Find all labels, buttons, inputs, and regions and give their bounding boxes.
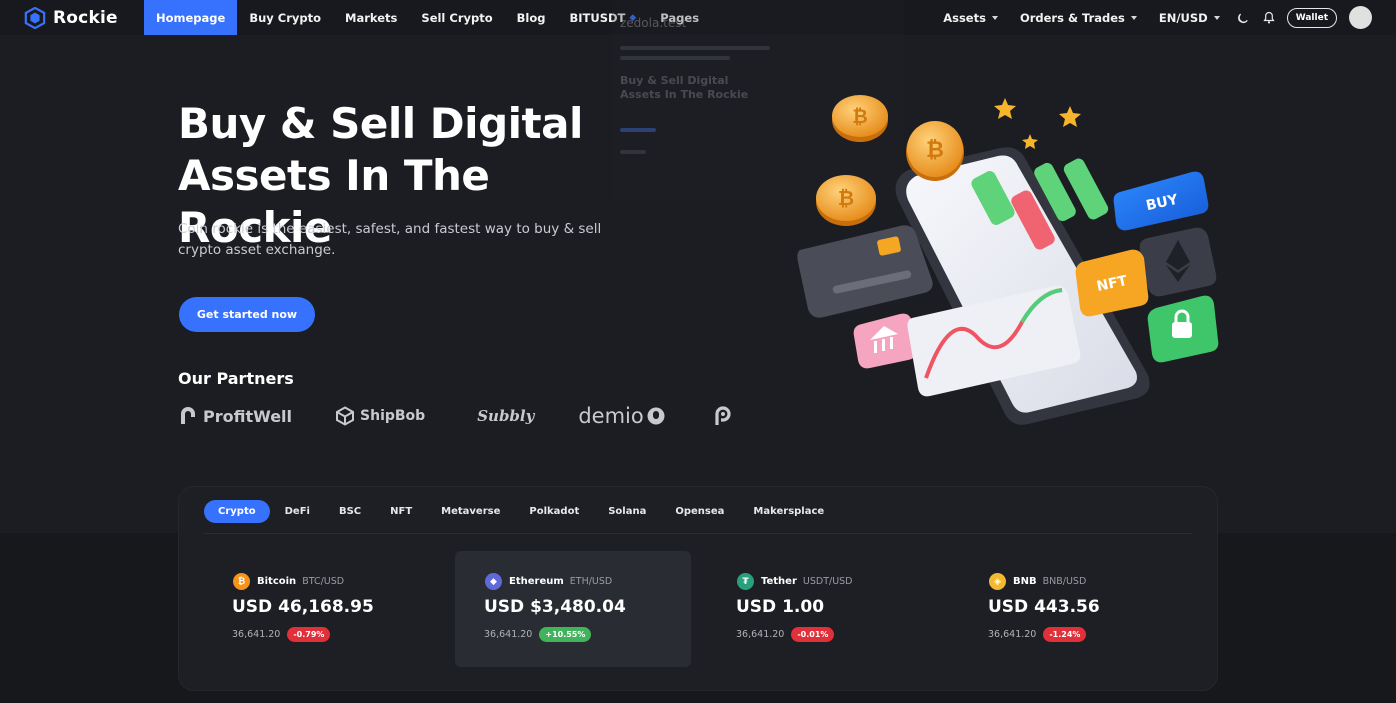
coin-pair: ETH/USD <box>569 576 613 587</box>
coin-volume: 36,641.20 <box>736 629 785 640</box>
partners-logos: ProfitWell ShipBob Subbly demio <box>178 402 736 430</box>
svg-text:₿: ₿ <box>852 106 867 128</box>
shipbob-logo-icon <box>336 406 355 426</box>
coin-pair: BTC/USD <box>302 576 345 587</box>
tab-solana[interactable]: Solana <box>594 500 660 523</box>
partner-demio: demio <box>578 404 670 428</box>
moon-icon[interactable] <box>1236 11 1250 25</box>
ethereum-icon: ◆ <box>485 573 502 590</box>
hero-illustration: ₿ ₿ ₿ BUY NFT <box>797 95 1219 425</box>
orders-trades-dropdown[interactable]: Orders & Trades <box>1020 11 1137 25</box>
brand-logo[interactable]: Rockie <box>24 6 144 29</box>
partners-title: Our Partners <box>178 369 294 388</box>
change-badge: +10.55% <box>539 627 592 642</box>
bitcoin-icon: ₿ <box>233 573 250 590</box>
tab-makersplace[interactable]: Makersplace <box>739 500 838 523</box>
partner-profitwell-label: ProfitWell <box>203 406 293 426</box>
p-logo-icon <box>715 406 731 425</box>
nav-homepage[interactable]: Homepage <box>144 0 238 35</box>
coin-price: USD 1.00 <box>736 597 825 617</box>
orders-trades-label: Orders & Trades <box>1019 10 1125 25</box>
partner-demio-label: demio <box>578 404 644 428</box>
coin-name: Bitcoin <box>257 576 297 587</box>
get-started-button[interactable]: Get started now <box>179 297 315 332</box>
tab-nft[interactable]: NFT <box>376 500 426 523</box>
avatar[interactable] <box>1349 6 1372 29</box>
hero-subtitle: Coin rockie is the easiest, safest, and … <box>178 221 602 258</box>
coin-name: Ethereum <box>509 576 564 587</box>
partner-shipbob-label: ShipBob <box>360 408 426 424</box>
chevron-down-icon <box>1213 15 1220 20</box>
bank-tile-illustration <box>853 313 917 369</box>
svg-text:₿: ₿ <box>838 186 854 210</box>
coin-pair: USDT/USD <box>802 576 853 587</box>
chevron-down-icon <box>991 15 998 20</box>
coin-pair: BNB/USD <box>1042 576 1087 587</box>
coin-card-ethereum[interactable]: ◆ Ethereum ETH/USD USD $3,480.04 36,641.… <box>455 551 691 667</box>
partner-profitwell: ProfitWell <box>178 406 292 426</box>
tab-defi[interactable]: DeFi <box>271 500 324 523</box>
demio-logo-icon <box>647 407 665 425</box>
coin-card-bitcoin[interactable]: ₿ Bitcoin BTC/USD USD 46,168.95 36,641.2… <box>203 551 439 667</box>
bell-icon[interactable] <box>1262 11 1276 25</box>
coin-volume: 36,641.20 <box>484 629 533 640</box>
overlay-bar <box>620 46 770 50</box>
nav-buy-crypto[interactable]: Buy Crypto <box>237 0 333 35</box>
coin-name: BNB <box>1013 576 1037 587</box>
credit-card-illustration <box>797 225 933 318</box>
coin-volume: 36,641.20 <box>988 629 1037 640</box>
tab-polkadot[interactable]: Polkadot <box>515 500 593 523</box>
locale-label: EN/USD <box>1158 10 1208 25</box>
locale-dropdown[interactable]: EN/USD <box>1159 11 1220 25</box>
partner-subbly: Subbly <box>477 407 534 425</box>
wallet-button[interactable]: Wallet <box>1286 7 1337 28</box>
change-badge: -0.79% <box>287 627 331 642</box>
nav-sell-crypto[interactable]: Sell Crypto <box>409 0 504 35</box>
nav-blog[interactable]: Blog <box>505 0 558 35</box>
chevron-down-icon <box>1130 15 1137 20</box>
brand-name: Rockie <box>53 7 118 28</box>
svg-text:₿: ₿ <box>926 138 944 163</box>
coin-price: USD 443.56 <box>988 597 1100 617</box>
coin-price: USD $3,480.04 <box>484 597 626 617</box>
partner-p-logo <box>715 406 736 426</box>
market-card: Crypto DeFi BSC NFT Metaverse Polkadot S… <box>178 486 1218 691</box>
nav-markets[interactable]: Markets <box>333 0 409 35</box>
change-badge: -1.24% <box>1043 627 1087 642</box>
profitwell-logo-icon <box>181 407 195 424</box>
change-badge: -0.01% <box>791 627 835 642</box>
ethereum-tile-illustration <box>1139 227 1217 297</box>
buy-badge-illustration: BUY <box>1113 171 1209 231</box>
tab-bsc[interactable]: BSC <box>325 500 375 523</box>
tether-icon: ₮ <box>737 573 754 590</box>
assets-dropdown[interactable]: Assets <box>943 11 998 25</box>
overlay-heading-line1: Buy & Sell Digital <box>620 74 729 87</box>
nft-tile-illustration: NFT <box>1075 249 1149 317</box>
assets-label: Assets <box>943 10 986 25</box>
hero-title-line1: Buy & Sell Digital <box>178 99 583 148</box>
tab-crypto[interactable]: Crypto <box>204 500 270 523</box>
tab-metaverse[interactable]: Metaverse <box>427 500 514 523</box>
overlay-bar <box>620 56 730 60</box>
tabs-divider <box>204 533 1192 534</box>
coin-card-bnb[interactable]: ◈ BNB BNB/USD USD 443.56 36,641.20 -1.24… <box>959 551 1195 667</box>
bnb-icon: ◈ <box>989 573 1006 590</box>
overlay-url: zedola.test <box>620 16 687 30</box>
market-tabs: Crypto DeFi BSC NFT Metaverse Polkadot S… <box>204 500 839 523</box>
lock-tile-illustration <box>1147 295 1219 363</box>
stars-illustration <box>994 98 1081 149</box>
coin-card-tether[interactable]: ₮ Tether USDT/USD USD 1.00 36,641.20 -0.… <box>707 551 943 667</box>
partner-shipbob: ShipBob <box>335 406 425 426</box>
tab-opensea[interactable]: Opensea <box>661 500 738 523</box>
coin-volume: 36,641.20 <box>232 629 281 640</box>
coin-price: USD 46,168.95 <box>232 597 374 617</box>
rockie-logo-icon <box>24 6 46 29</box>
coin-name: Tether <box>761 576 797 587</box>
partner-subbly-label: Subbly <box>477 407 535 425</box>
